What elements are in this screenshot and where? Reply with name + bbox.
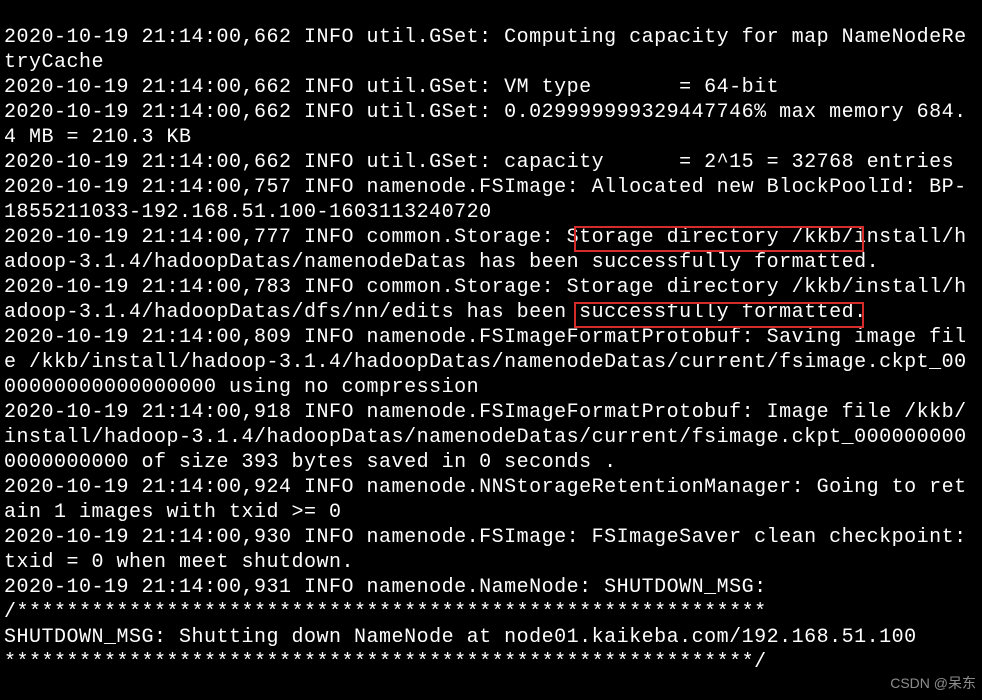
log-line: 2020-10-19 21:14:00,777 INFO common.Stor… xyxy=(4,226,967,274)
log-line: 2020-10-19 21:14:00,809 INFO namenode.FS… xyxy=(4,326,967,399)
log-line: SHUTDOWN_MSG: Shutting down NameNode at … xyxy=(4,626,917,649)
log-line: 2020-10-19 21:14:00,662 INFO util.GSet: … xyxy=(4,151,954,174)
log-line: 2020-10-19 21:14:00,924 INFO namenode.NN… xyxy=(4,476,967,524)
terminal-output: 2020-10-19 21:14:00,662 INFO util.GSet: … xyxy=(0,0,982,700)
log-line: 2020-10-19 21:14:00,783 INFO common.Stor… xyxy=(4,276,967,324)
log-line: 2020-10-19 21:14:00,662 INFO util.GSet: … xyxy=(4,101,967,149)
watermark: CSDN @呆东 xyxy=(890,671,976,696)
log-line: 2020-10-19 21:14:00,757 INFO namenode.FS… xyxy=(4,176,967,224)
log-line: ****************************************… xyxy=(4,651,767,674)
log-line: 2020-10-19 21:14:00,930 INFO namenode.FS… xyxy=(4,526,979,574)
log-line: 2020-10-19 21:14:00,662 INFO util.GSet: … xyxy=(4,76,779,99)
log-line: 2020-10-19 21:14:00,931 INFO namenode.Na… xyxy=(4,576,767,599)
log-line: 2020-10-19 21:14:00,662 INFO util.GSet: … xyxy=(4,26,967,74)
log-line: 2020-10-19 21:14:00,918 INFO namenode.FS… xyxy=(4,401,967,474)
log-line: /***************************************… xyxy=(4,601,767,624)
